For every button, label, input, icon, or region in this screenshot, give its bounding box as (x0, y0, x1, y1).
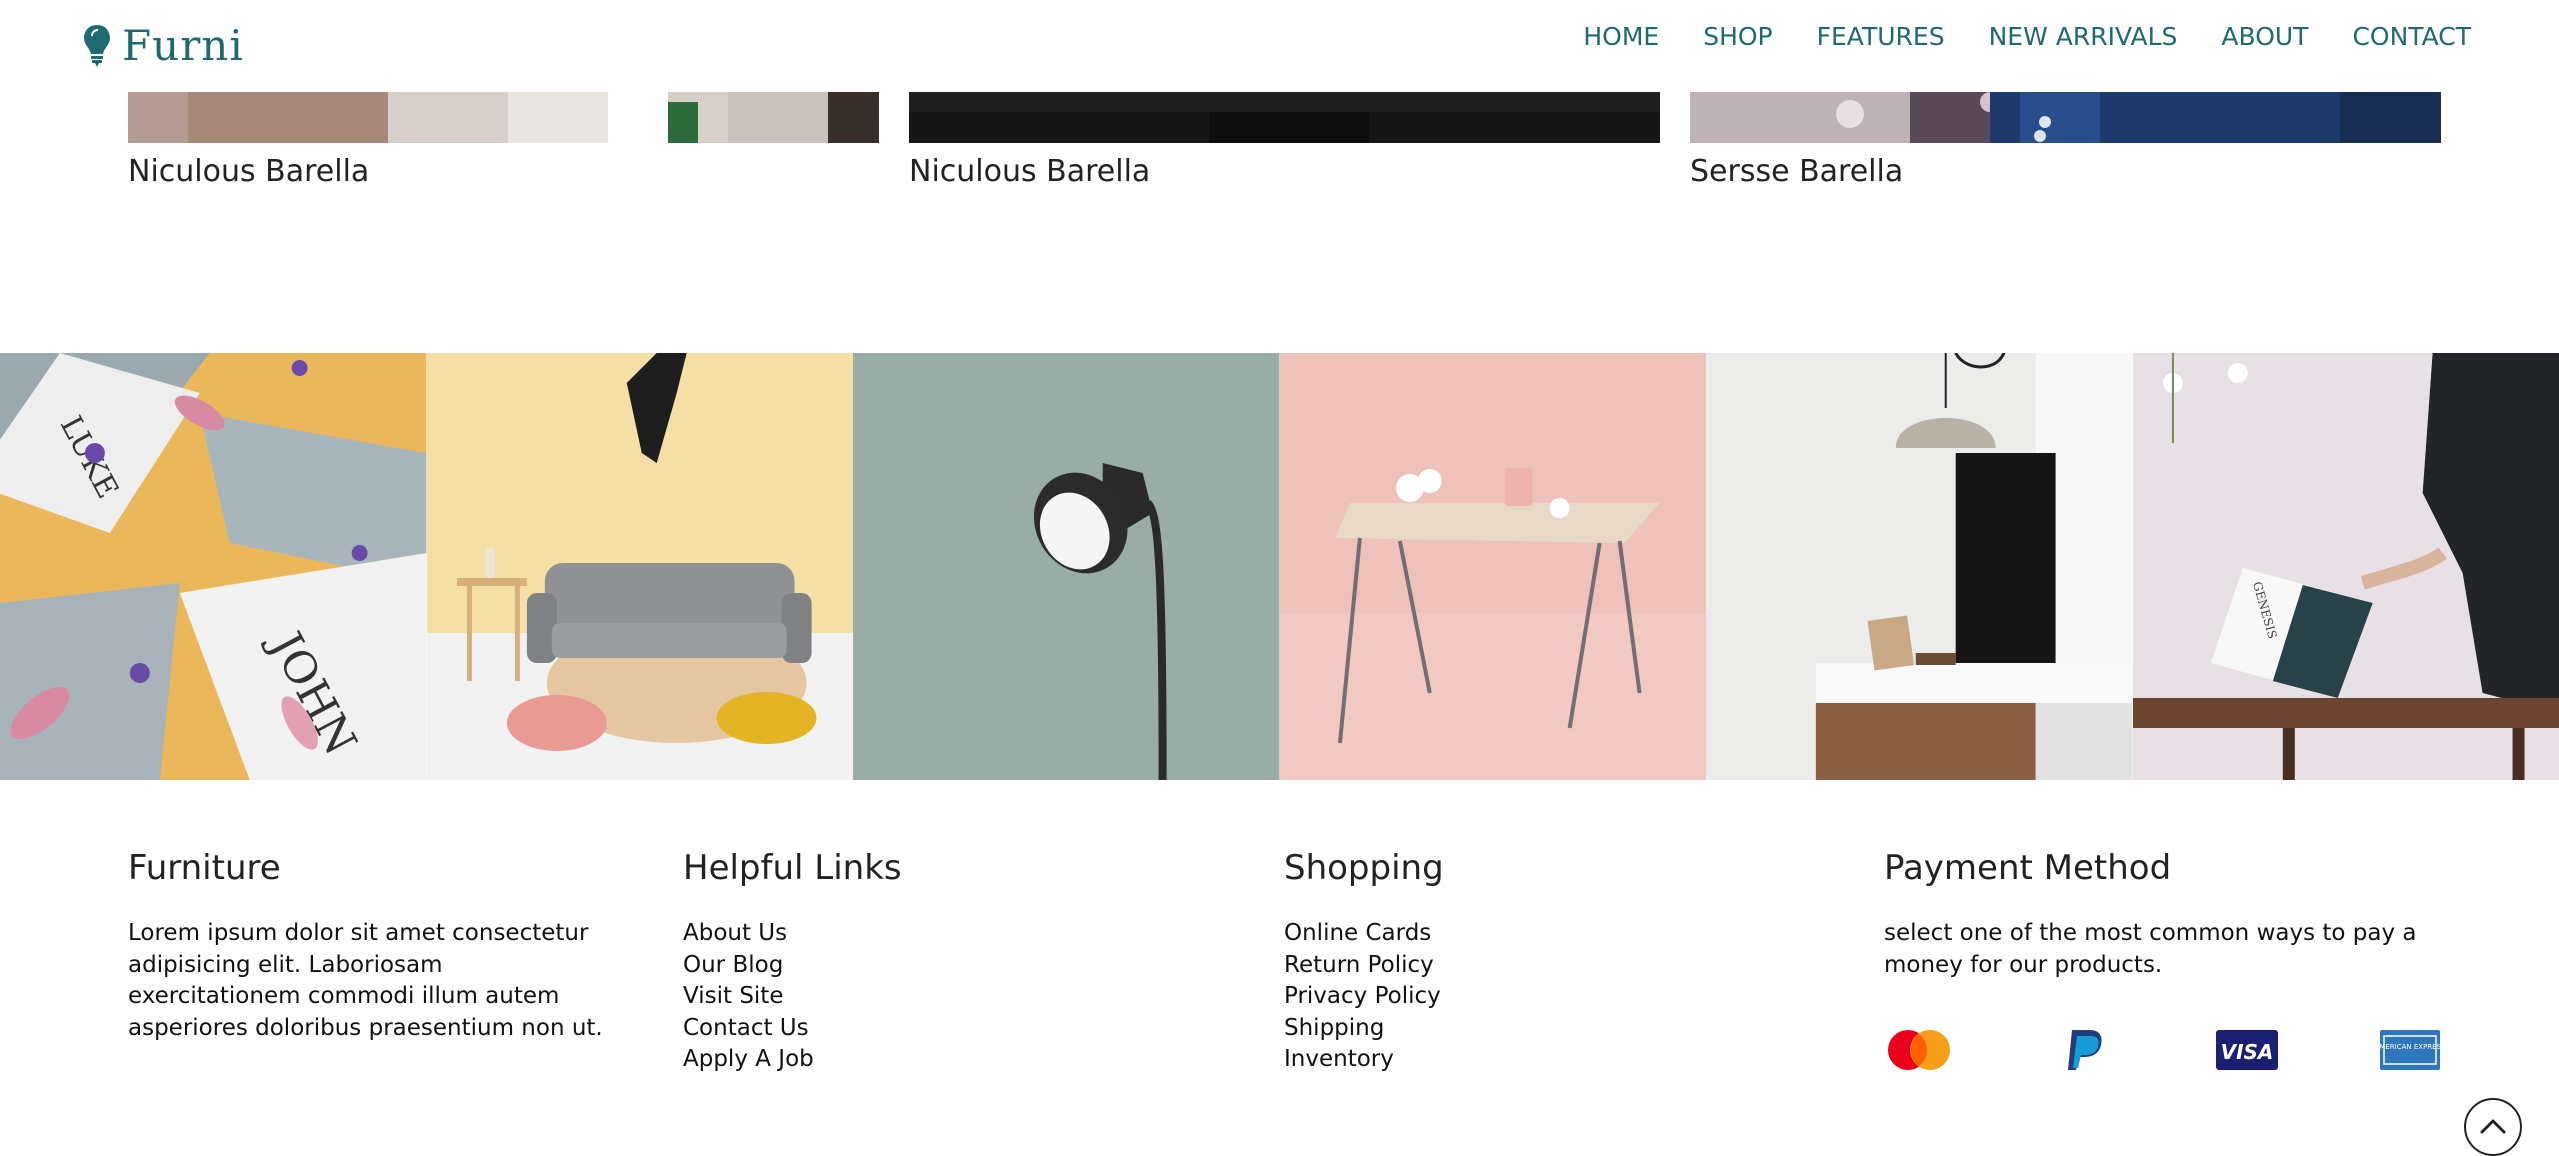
amex-label: AMERICAN EXPRESS (2380, 1043, 2440, 1051)
shopping-links-list: Online Cards Return Policy Privacy Polic… (1284, 918, 1664, 1076)
gallery-tile-magazines[interactable]: LUKE JOHN (0, 353, 427, 780)
magazine-books-photo-icon: LUKE JOHN (0, 353, 427, 780)
gallery-tile-table[interactable] (1280, 353, 1707, 780)
nav-item-contact[interactable]: CONTACT (2352, 22, 2471, 51)
nav-item-about[interactable]: ABOUT (2221, 22, 2308, 51)
floor-lamp-photo-icon (853, 353, 1280, 780)
team-photo (909, 92, 1660, 143)
main-nav: HOME SHOP FEATURES NEW ARRIVALS ABOUT CO… (1583, 16, 2471, 56)
site-header: Furni HOME SHOP FEATURES NEW ARRIVALS AB… (0, 0, 2559, 92)
lightbulb-icon (82, 23, 112, 67)
brand-name: Furni (122, 21, 244, 70)
footer-payment-text: select one of the most common ways to pa… (1884, 918, 2440, 981)
nav-item-shop[interactable]: SHOP (1703, 22, 1772, 51)
footer-link-privacy-policy[interactable]: Privacy Policy (1284, 981, 1664, 1013)
team-photo (1690, 92, 2441, 143)
pendant-lamp-photo-icon (1706, 353, 2133, 780)
footer-heading-helpful-links: Helpful Links (683, 848, 1063, 888)
footer-helpful-links: Helpful Links About Us Our Blog Visit Si… (683, 848, 1063, 1092)
footer-heading-shopping: Shopping (1284, 848, 1664, 888)
footer-link-online-cards[interactable]: Online Cards (1284, 918, 1664, 950)
paypal-icon (2062, 1028, 2106, 1072)
sofa-jump-photo-icon (427, 353, 854, 780)
payment-methods: VISA AMERICAN EXPRESS (1884, 1028, 2440, 1072)
team-photo (128, 92, 879, 143)
gallery-tile-sofa[interactable] (427, 353, 854, 780)
visa-icon: VISA (2216, 1028, 2278, 1072)
gallery-tile-pendant[interactable] (1706, 353, 2133, 780)
footer-link-return-policy[interactable]: Return Policy (1284, 950, 1664, 982)
helpful-links-list: About Us Our Blog Visit Site Contact Us … (683, 918, 1063, 1076)
footer-link-inventory[interactable]: Inventory (1284, 1044, 1664, 1076)
footer-payment: Payment Method select one of the most co… (1884, 848, 2440, 981)
mastercard-icon (1884, 1028, 1954, 1072)
instagram-gallery: LUKE JOHN (0, 353, 2559, 780)
footer-heading-payment-method: Payment Method (1884, 848, 2440, 888)
footer-link-our-blog[interactable]: Our Blog (683, 950, 1063, 982)
nav-item-features[interactable]: FEATURES (1817, 22, 1945, 51)
footer-about: Furniture Lorem ipsum dolor sit amet con… (128, 848, 618, 1044)
team-member-name: Niculous Barella (128, 154, 369, 189)
gallery-tile-lamp[interactable] (853, 353, 1280, 780)
footer-link-about-us[interactable]: About Us (683, 918, 1063, 950)
amex-icon: AMERICAN EXPRESS (2380, 1028, 2440, 1072)
gallery-tile-reading[interactable]: GENESIS (2133, 353, 2559, 780)
footer-link-visit-site[interactable]: Visit Site (683, 981, 1063, 1013)
footer-link-shipping[interactable]: Shipping (1284, 1013, 1664, 1045)
footer-shopping: Shopping Online Cards Return Policy Priv… (1284, 848, 1664, 1092)
scroll-to-top-button[interactable] (2464, 1098, 2522, 1156)
footer-about-text: Lorem ipsum dolor sit amet consectetur a… (128, 918, 618, 1044)
book-reading-photo-icon: GENESIS (2133, 353, 2559, 780)
chevron-up-icon (2479, 1114, 2507, 1138)
footer-link-contact-us[interactable]: Contact Us (683, 1013, 1063, 1045)
nav-item-home[interactable]: HOME (1583, 22, 1659, 51)
footer-heading-furniture: Furniture (128, 848, 618, 888)
footer-link-apply-a-job[interactable]: Apply A Job (683, 1044, 1063, 1076)
brand-logo[interactable]: Furni (82, 10, 244, 80)
nav-item-new-arrivals[interactable]: NEW ARRIVALS (1989, 22, 2178, 51)
pink-table-photo-icon (1280, 353, 1707, 780)
team-member-name: Sersse Barella (1690, 154, 1903, 189)
team-member-name: Niculous Barella (909, 154, 1150, 189)
visa-label: VISA (2221, 1040, 2274, 1064)
